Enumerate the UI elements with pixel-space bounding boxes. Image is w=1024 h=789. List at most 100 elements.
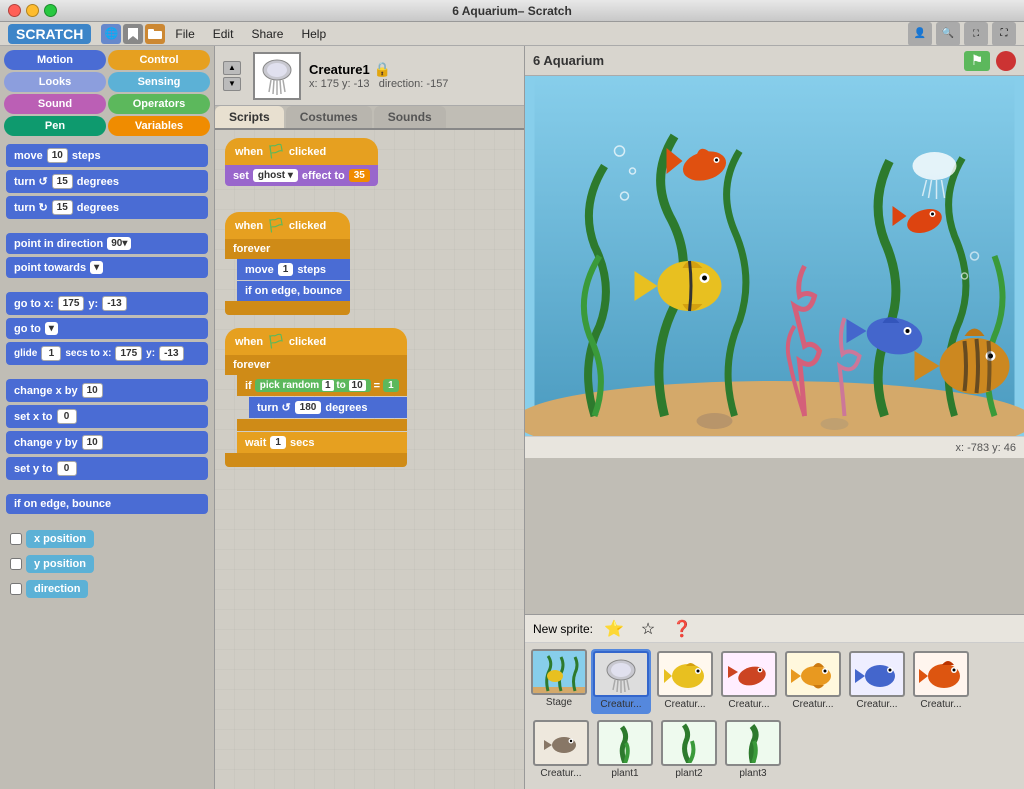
tab-scripts[interactable]: Scripts — [215, 106, 284, 128]
stage-sprite-item[interactable]: Stage — [531, 649, 587, 714]
block-set-x[interactable]: set x to 0 — [6, 405, 208, 428]
cat-sound[interactable]: Sound — [4, 94, 106, 114]
aquarium-scene — [525, 76, 1024, 436]
sprite-item-plant1[interactable]: plant1 — [595, 718, 655, 783]
main-layout: Motion Control Looks Sensing Sound Opera… — [0, 46, 1024, 789]
sprite-nav-up[interactable]: ▲ — [223, 61, 241, 75]
block-x-position[interactable]: x position — [6, 528, 208, 550]
sprite-header: ▲ ▼ Creature1 🔒 — [215, 46, 524, 106]
sprite-label-0: Creatur... — [600, 699, 641, 710]
sprites-grid: Stage Cre — [525, 643, 1024, 789]
cat-operators[interactable]: Operators — [108, 94, 210, 114]
magnify-icon[interactable]: 🔍 — [936, 22, 960, 46]
script-group-3: when 🏳 clicked forever if pick random 1 … — [225, 328, 407, 467]
cat-motion[interactable]: Motion — [4, 50, 106, 70]
script-block-turn[interactable]: turn ↺ 180 degrees — [249, 397, 407, 418]
bookmark-icon[interactable] — [123, 24, 143, 44]
script-block-move-1[interactable]: move 1 steps — [237, 259, 350, 280]
menu-file[interactable]: File — [167, 25, 202, 43]
sprite-item-1[interactable]: Creatur... — [655, 649, 715, 714]
cat-sensing[interactable]: Sensing — [108, 72, 210, 92]
script-block-if-random[interactable]: if pick random 1 to 10 = 1 — [237, 375, 407, 396]
titlebar: 6 Aquarium– Scratch — [0, 0, 1024, 22]
sprite-label-3: Creatur... — [792, 699, 833, 710]
block-turn-right[interactable]: turn ↻ 15 degrees — [6, 196, 208, 219]
stage-area: 6 Aquarium ⚑ — [525, 46, 1024, 614]
folder-icon[interactable] — [145, 24, 165, 44]
block-change-y[interactable]: change y by 10 — [6, 431, 208, 454]
sprite-label-2: Creatur... — [728, 699, 769, 710]
cat-looks[interactable]: Looks — [4, 72, 106, 92]
star-outline-icon[interactable]: ☆ — [635, 619, 661, 639]
menu-edit[interactable]: Edit — [205, 25, 242, 43]
window-title: 6 Aquarium– Scratch — [452, 4, 572, 18]
script-block-set-effect[interactable]: set ghost ▾ effect to 35 — [225, 165, 378, 186]
green-flag-button[interactable]: ⚑ — [964, 51, 990, 71]
sprite-item-3[interactable]: Creatur... — [783, 649, 843, 714]
menu-share[interactable]: Share — [243, 25, 291, 43]
scratch-logo: SCRATCH — [8, 24, 91, 44]
sprite-label-1: Creatur... — [664, 699, 705, 710]
script-group-2: when 🏳 clicked forever move 1 steps if o… — [225, 212, 350, 315]
scripts-canvas[interactable]: when 🏳 when 🏳 clickedclicked set ghost ▾… — [215, 130, 524, 789]
sprite-img-plant3 — [725, 720, 781, 766]
block-set-y[interactable]: set y to 0 — [6, 457, 208, 480]
paint-brush-icon[interactable]: ⭐ — [601, 619, 627, 639]
block-glide[interactable]: glide 1 secs to x: 175 y: -13 — [6, 342, 208, 365]
sprite-label-plant1: plant1 — [611, 768, 638, 779]
globe-icon[interactable]: 🌐 — [101, 24, 121, 44]
toolbar-icons: 👤 🔍 ⛶ ⛶ — [908, 22, 1016, 46]
question-icon[interactable]: ❓ — [669, 619, 695, 639]
block-y-position[interactable]: y position — [6, 553, 208, 575]
close-button[interactable] — [8, 4, 21, 17]
script-if-body: turn ↺ 180 degrees — [249, 397, 407, 418]
sprite-name: Creature1 — [309, 62, 370, 77]
maximize-button[interactable] — [44, 4, 57, 17]
blocks-panel: Motion Control Looks Sensing Sound Opera… — [0, 46, 215, 789]
block-goto[interactable]: go to ▾ — [6, 318, 208, 339]
lock-icon[interactable]: 🔒 — [374, 61, 391, 78]
tab-sounds[interactable]: Sounds — [374, 106, 446, 128]
cat-control[interactable]: Control — [108, 50, 210, 70]
sprite-item-0[interactable]: Creatur... — [591, 649, 651, 714]
sprite-item-5[interactable]: Creatur... — [911, 649, 971, 714]
sprite-item-2[interactable]: Creatur... — [719, 649, 779, 714]
blocks-list: move 10 steps turn ↺ 15 degrees turn ↻ 1… — [0, 140, 214, 789]
script-block-forever-1[interactable]: forever — [225, 239, 350, 259]
stage-canvas[interactable] — [525, 76, 1024, 436]
script-block-when-clicked-1[interactable]: when 🏳 when 🏳 clickedclicked — [225, 138, 378, 165]
stop-button[interactable] — [996, 51, 1016, 71]
sprite-item-plant3[interactable]: plant3 — [723, 718, 783, 783]
block-point-towards[interactable]: point towards ▾ — [6, 257, 208, 278]
sprite-preview — [253, 52, 301, 100]
block-point-direction[interactable]: point in direction 90▾ — [6, 233, 208, 254]
block-goto-xy[interactable]: go to x: 175 y: -13 — [6, 292, 208, 315]
script-block-bounce[interactable]: if on edge, bounce — [237, 281, 350, 301]
block-direction[interactable]: direction — [6, 578, 208, 600]
categories: Motion Control Looks Sensing Sound Opera… — [0, 46, 214, 140]
script-block-when-clicked-3[interactable]: when 🏳 clicked — [225, 328, 407, 355]
script-block-wait[interactable]: wait 1 secs — [237, 432, 407, 453]
sprite-img-4 — [849, 651, 905, 697]
script-block-forever-2[interactable]: forever — [225, 355, 407, 375]
block-move-steps[interactable]: move 10 steps — [6, 144, 208, 167]
cat-variables[interactable]: Variables — [108, 116, 210, 136]
tab-costumes[interactable]: Costumes — [286, 106, 372, 128]
fullscreen-icon[interactable]: ⛶ — [964, 22, 988, 46]
stage-thumbnail[interactable] — [531, 649, 587, 695]
block-turn-left[interactable]: turn ↺ 15 degrees — [6, 170, 208, 193]
presentation-icon[interactable]: ⛶ — [992, 22, 1016, 46]
menu-help[interactable]: Help — [293, 25, 334, 43]
sprite-item-6[interactable]: Creatur... — [531, 718, 591, 783]
minimize-button[interactable] — [26, 4, 39, 17]
cat-pen[interactable]: Pen — [4, 116, 106, 136]
block-bounce[interactable]: if on edge, bounce — [6, 494, 208, 514]
script-block-when-clicked-2[interactable]: when 🏳 clicked — [225, 212, 350, 239]
block-change-x[interactable]: change x by 10 — [6, 379, 208, 402]
sprite-item-plant2[interactable]: plant2 — [659, 718, 719, 783]
sprite-nav-down[interactable]: ▼ — [223, 77, 241, 91]
menubar: SCRATCH 🌐 File Edit Share Help 👤 🔍 ⛶ ⛶ — [0, 22, 1024, 46]
person-icon[interactable]: 👤 — [908, 22, 932, 46]
script-if-cap — [237, 419, 407, 431]
sprite-item-4[interactable]: Creatur... — [847, 649, 907, 714]
